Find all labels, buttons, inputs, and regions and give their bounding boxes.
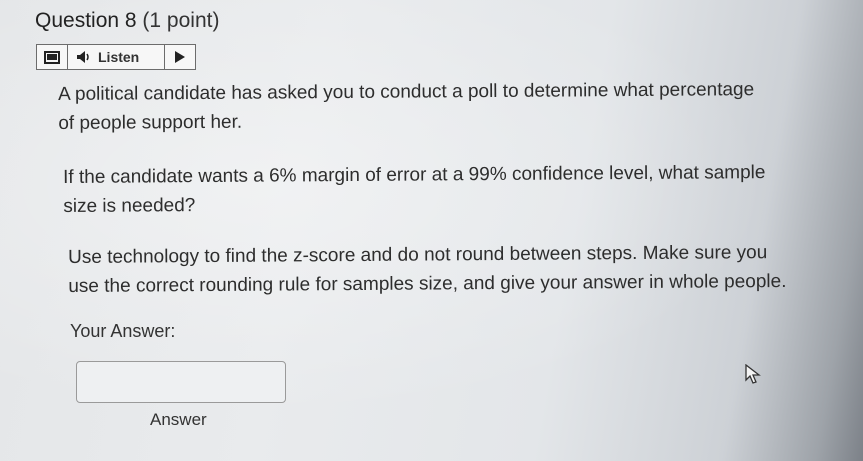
paragraph-line: use the correct rounding rule for sample… — [68, 270, 787, 297]
answer-caption: Answer — [150, 410, 207, 429]
question-label: Question 8 — [35, 9, 137, 32]
your-answer-label: Your Answer: — [70, 321, 176, 341]
mouse-pointer-icon — [745, 364, 761, 384]
speaker-icon — [77, 51, 89, 63]
readspeaker-toolbar: Listen — [36, 44, 196, 70]
menu-button[interactable] — [37, 45, 68, 69]
play-icon — [175, 51, 185, 63]
paragraph-line: A political candidate has asked you to c… — [58, 79, 755, 105]
question-paragraph-2: If the candidate wants a 6% margin of er… — [63, 158, 766, 221]
question-paragraph-3: Use technology to find the z-score and d… — [68, 238, 787, 301]
menu-icon — [44, 50, 60, 64]
listen-button[interactable]: Listen — [68, 45, 165, 69]
question-header: Question 8 (1 point) — [35, 9, 219, 33]
listen-label: Listen — [98, 49, 140, 65]
question-paragraph-1: A political candidate has asked you to c… — [58, 75, 754, 138]
paragraph-line: If the candidate wants a 6% margin of er… — [63, 162, 766, 188]
question-points: (1 point) — [142, 9, 220, 32]
paragraph-line: of people support her. — [58, 111, 243, 134]
answer-input[interactable] — [76, 361, 286, 403]
play-button[interactable] — [165, 45, 195, 69]
paragraph-line: size is needed? — [63, 195, 196, 217]
